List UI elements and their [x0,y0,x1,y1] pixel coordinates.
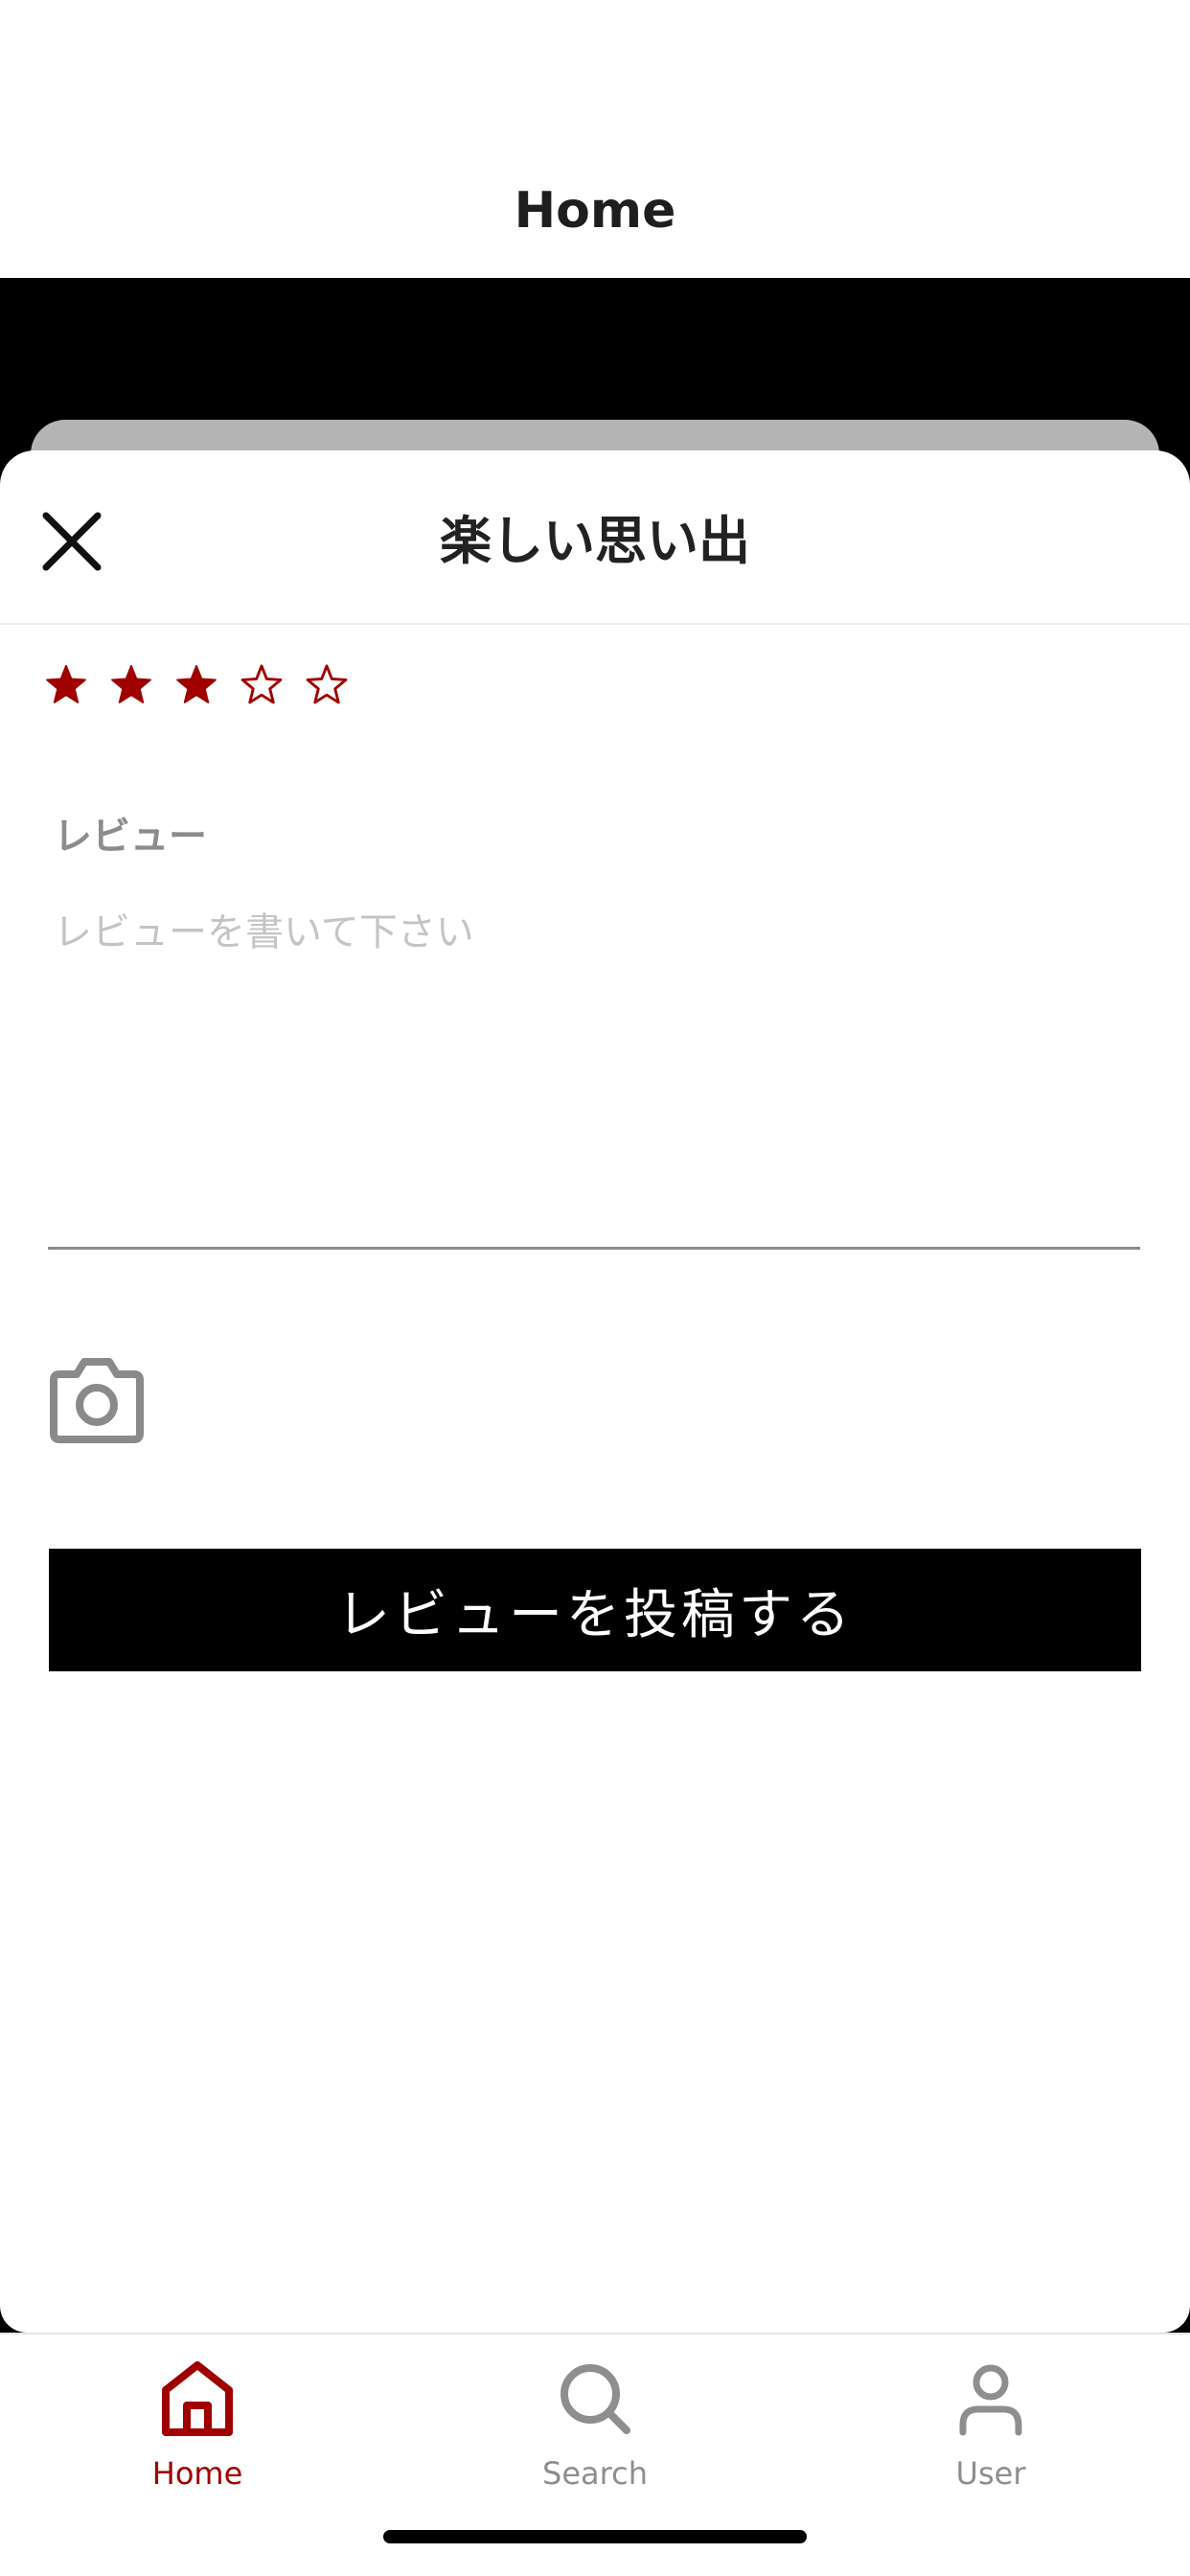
app-header: Home [0,0,1190,278]
home-icon [162,2361,233,2436]
star-empty-icon[interactable] [305,663,349,707]
star-filled-icon[interactable] [174,663,218,707]
add-photo-button[interactable] [46,1357,148,1445]
star-filled-icon[interactable] [109,663,153,707]
close-icon [42,512,102,571]
tab-home-label: Home [151,2455,243,2492]
star-rating[interactable] [44,663,349,707]
review-modal: 楽しい思い出 レビュー レビューを投稿する [0,450,1190,2333]
search-icon [561,2364,630,2434]
user-icon [959,2364,1022,2436]
home-indicator [383,2530,807,2543]
tab-home[interactable]: Home [82,2354,312,2517]
tab-search[interactable]: Search [480,2354,710,2517]
camera-icon [50,1358,144,1443]
close-button[interactable] [29,498,115,585]
tab-user[interactable]: User [876,2354,1106,2517]
submit-review-button[interactable]: レビューを投稿する [49,1549,1141,1671]
star-empty-icon[interactable] [240,663,284,707]
modal-header: 楽しい思い出 [0,450,1190,625]
tab-search-label: Search [542,2455,648,2492]
modal-title: 楽しい思い出 [440,511,750,571]
tab-user-label: User [955,2455,1026,2492]
screen: Home 楽しい思い出 レビュー レビューを投稿する [0,0,1190,2576]
review-label: レビュー [54,815,207,859]
review-input[interactable] [48,895,1140,1250]
star-filled-icon[interactable] [44,663,88,707]
page-title: Home [514,182,676,240]
